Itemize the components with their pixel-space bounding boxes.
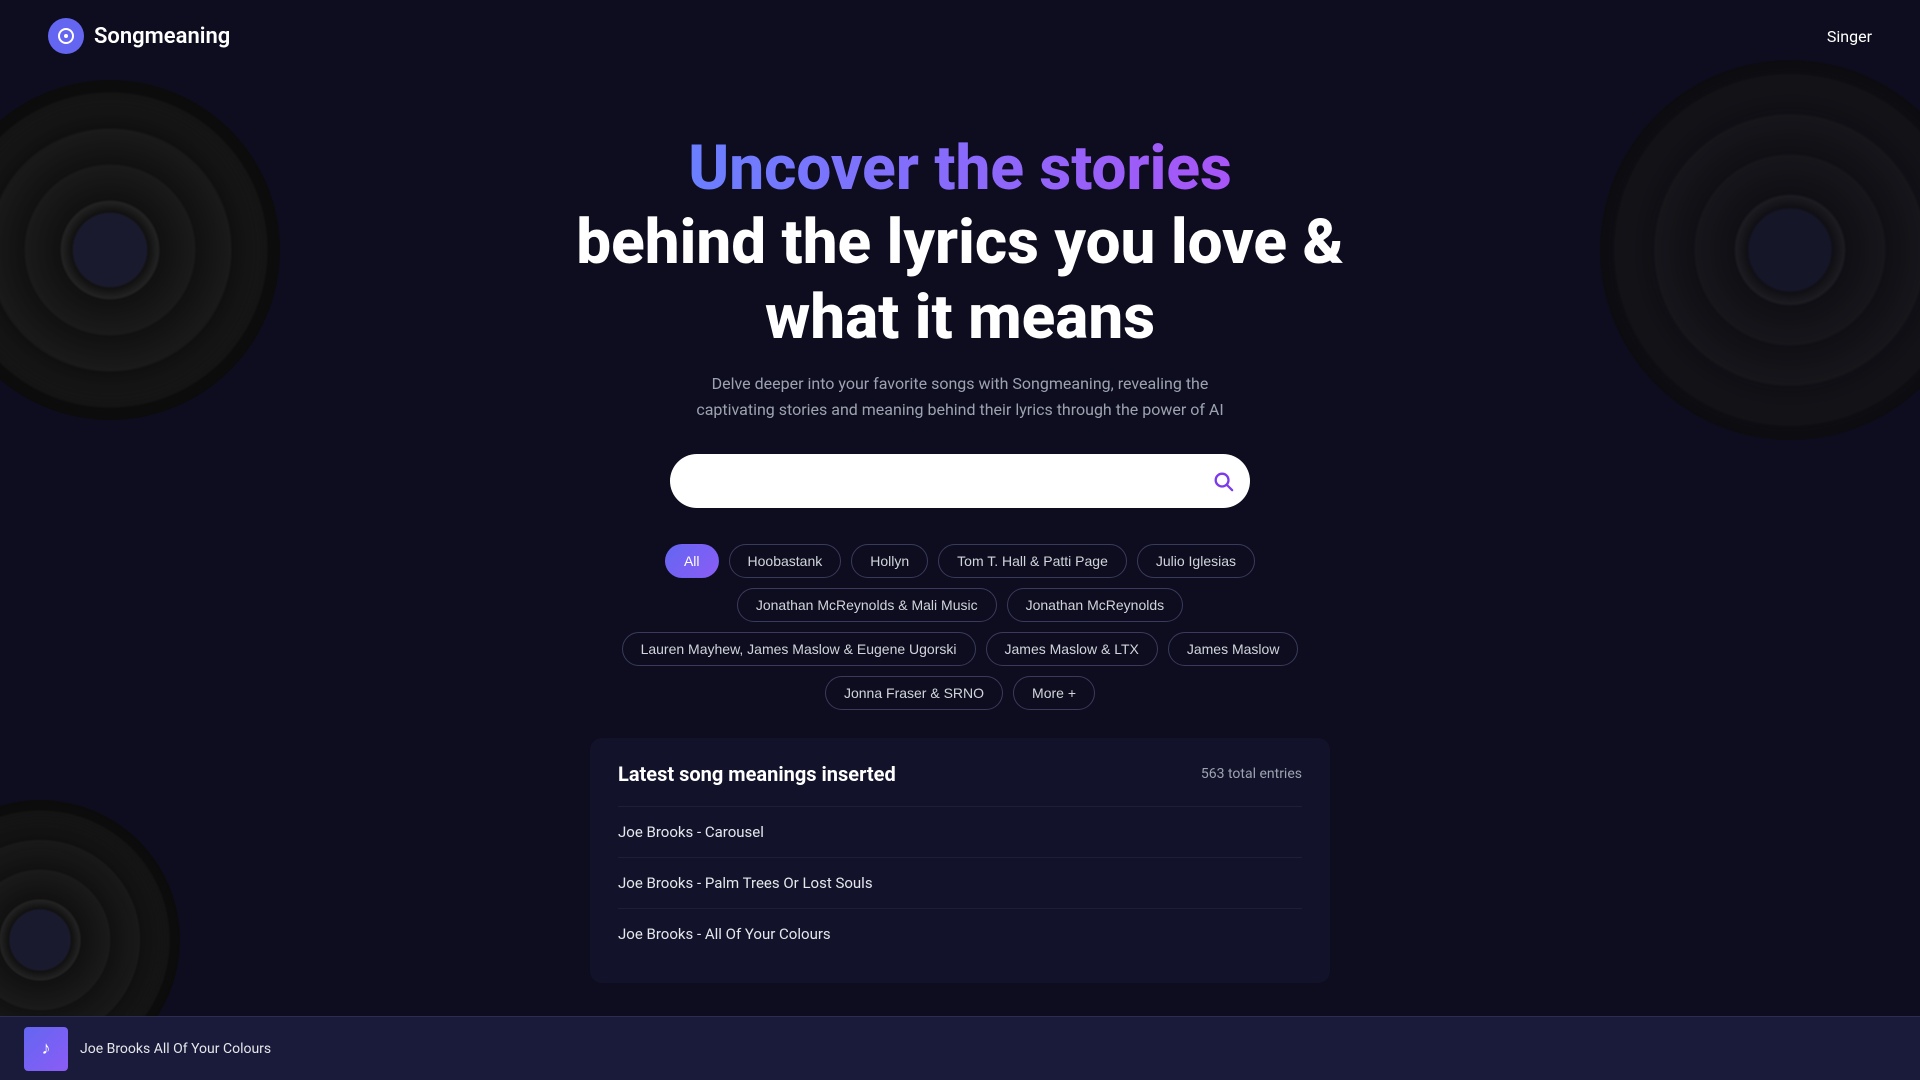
hero-title-line2: behind the lyrics you love & — [576, 206, 1344, 280]
filter-tag[interactable]: Hoobastank — [729, 544, 842, 578]
player-thumbnail: ♪ — [24, 1027, 68, 1071]
search-input[interactable] — [670, 454, 1250, 508]
song-row[interactable]: Joe Brooks - Carousel — [618, 806, 1302, 857]
table-count: 563 total entries — [1201, 766, 1302, 782]
logo-text: Songmeaning — [94, 24, 230, 49]
filter-tag[interactable]: Jonna Fraser & SRNO — [825, 676, 1003, 710]
search-button[interactable] — [1212, 470, 1234, 492]
search-icon — [1212, 470, 1234, 492]
songs-table: Latest song meanings inserted 563 total … — [590, 738, 1330, 983]
player-track-info: ♪ Joe Brooks All Of Your Colours — [24, 1027, 271, 1071]
filter-tag[interactable]: Tom T. Hall & Patti Page — [938, 544, 1127, 578]
navbar: Songmeaning Singer — [0, 0, 1920, 72]
filter-tag[interactable]: James Maslow — [1168, 632, 1299, 666]
song-row[interactable]: Joe Brooks - All Of Your Colours — [618, 908, 1302, 959]
filter-tag[interactable]: Lauren Mayhew, James Maslow & Eugene Ugo… — [622, 632, 976, 666]
song-row[interactable]: Joe Brooks - Palm Trees Or Lost Souls — [618, 857, 1302, 908]
player-track-text: Joe Brooks All Of Your Colours — [80, 1041, 271, 1057]
filter-tag[interactable]: Julio Iglesias — [1137, 544, 1255, 578]
logo[interactable]: Songmeaning — [48, 18, 230, 54]
filter-tag[interactable]: Jonathan McReynolds & Mali Music — [737, 588, 997, 622]
filter-tag[interactable]: Jonathan McReynolds — [1007, 588, 1184, 622]
player-bar: ♪ Joe Brooks All Of Your Colours — [0, 1016, 1920, 1080]
filter-tag[interactable]: James Maslow & LTX — [986, 632, 1158, 666]
songs-list: Joe Brooks - CarouselJoe Brooks - Palm T… — [618, 806, 1302, 959]
main-content: Uncover the stories behind the lyrics yo… — [0, 72, 1920, 983]
table-title: Latest song meanings inserted — [618, 762, 896, 786]
player-music-icon: ♪ — [42, 1038, 51, 1059]
filter-tag[interactable]: Hollyn — [851, 544, 928, 578]
filter-tag[interactable]: All — [665, 544, 719, 578]
filter-tags-container: All Hoobastank Hollyn Tom T. Hall & Patti P… — [590, 544, 1330, 710]
filter-tag[interactable]: More + — [1013, 676, 1095, 710]
logo-icon — [48, 18, 84, 54]
singer-nav-link[interactable]: Singer — [1827, 27, 1872, 46]
table-header: Latest song meanings inserted 563 total … — [618, 762, 1302, 786]
hero-subtitle: Delve deeper into your favorite songs wi… — [680, 371, 1240, 422]
hero-title-line3: what it means — [765, 281, 1155, 355]
hero-title-gradient: Uncover the stories — [688, 132, 1232, 206]
search-bar-container — [670, 454, 1250, 508]
